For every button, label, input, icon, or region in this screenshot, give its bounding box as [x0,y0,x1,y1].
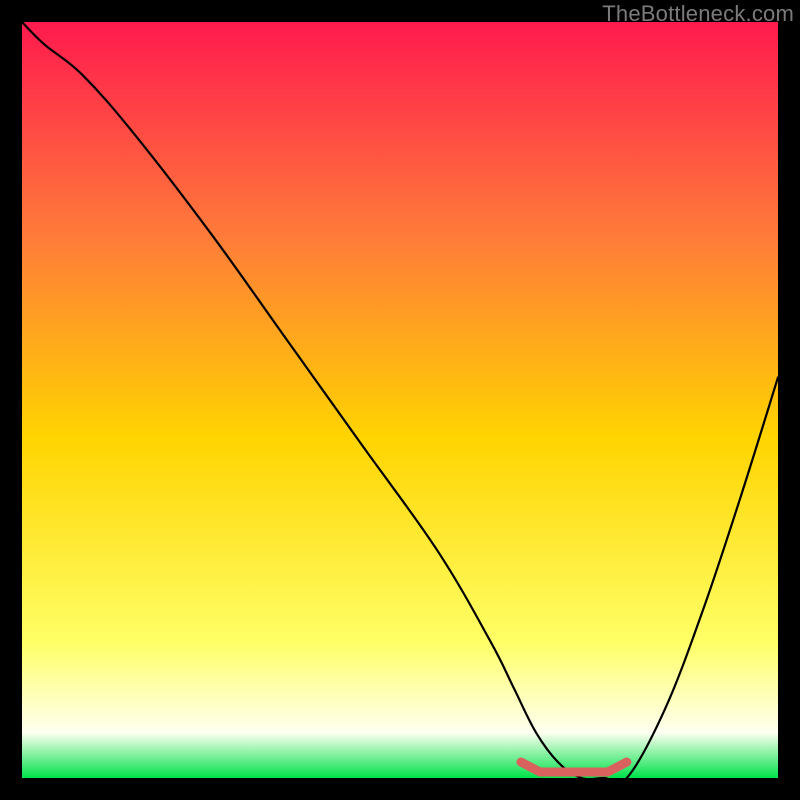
bottleneck-chart [22,22,778,778]
watermark-text: TheBottleneck.com [602,1,794,27]
chart-frame [22,22,778,778]
